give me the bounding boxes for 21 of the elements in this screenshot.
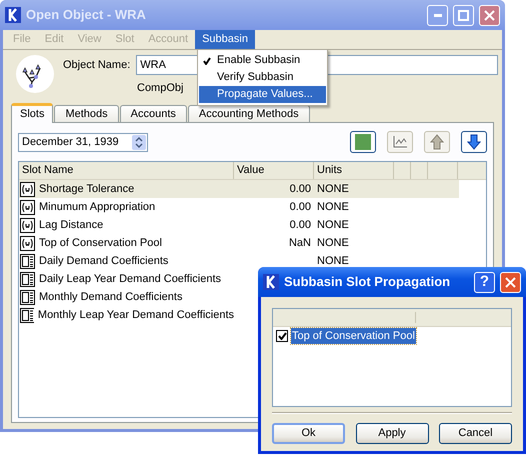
slot-units: NONE <box>317 218 349 231</box>
object-type-label: CompObj <box>137 81 184 96</box>
slot-name: Monthly Demand Coefficients <box>39 290 182 305</box>
window-title: Open Object - WRA <box>26 6 146 24</box>
slot-value: 0.00 <box>290 182 311 197</box>
slot-units: NONE <box>317 254 349 267</box>
slot-name: Top of Conservation Pool <box>39 236 162 251</box>
slot-units: NONE <box>317 182 349 195</box>
slot-units: NONE <box>317 236 349 249</box>
slot-units: NONE <box>317 200 349 213</box>
slot-name: Daily Demand Coefficients <box>39 254 168 269</box>
slot-name: Daily Leap Year Demand Coefficients <box>39 272 222 287</box>
object-name-label: Object Name: <box>63 58 130 73</box>
slot-name: Monthly Leap Year Demand Coefficients <box>38 308 234 323</box>
slot-value: 0.00 <box>290 200 311 215</box>
slot-name: Minumum Appropriation <box>39 200 156 215</box>
slot-value: 0.00 <box>290 218 311 233</box>
dialog-title: Subbasin Slot Propagation <box>284 273 450 292</box>
slot-value: NaN <box>288 236 311 251</box>
slot-name: Lag Distance <box>39 218 104 233</box>
slot-name: Shortage Tolerance <box>39 182 134 197</box>
